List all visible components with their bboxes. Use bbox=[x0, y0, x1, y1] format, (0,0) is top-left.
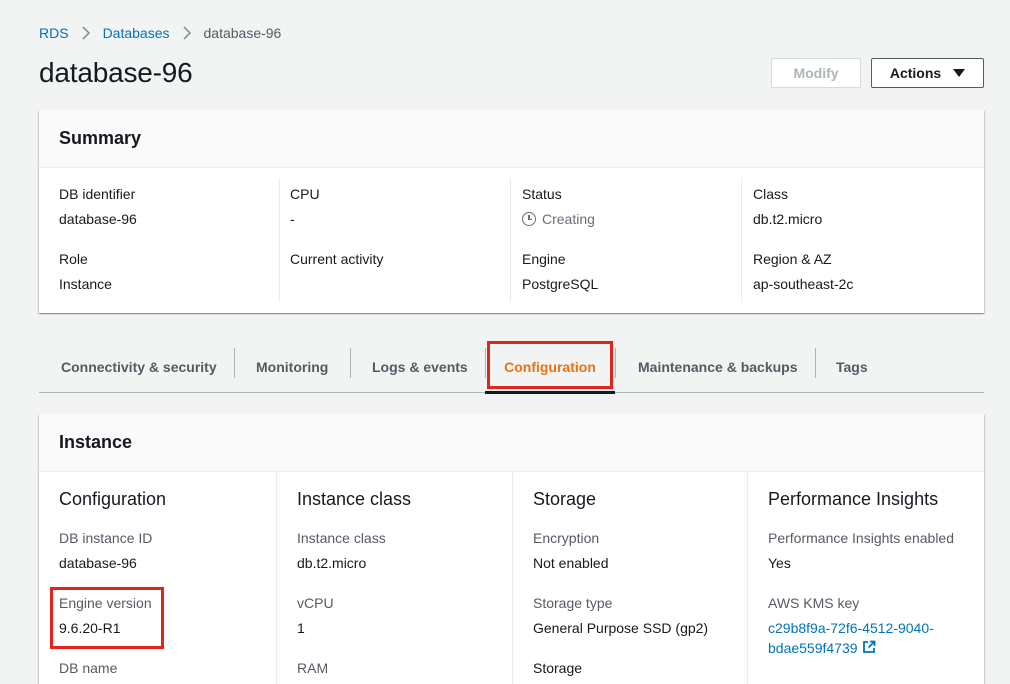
breadcrumb-databases-link[interactable]: Databases bbox=[103, 25, 170, 41]
summary-header: Summary bbox=[39, 110, 984, 168]
aws-kms-key-label: AWS KMS key bbox=[768, 595, 860, 611]
storage-column: Storage Encryption Not enabled Storage t… bbox=[512, 472, 747, 684]
engine-label: Engine bbox=[522, 251, 566, 267]
instance-class-title: Instance class bbox=[297, 489, 412, 509]
tab-maintenance-backups[interactable]: Maintenance & backups bbox=[638, 340, 798, 393]
aws-kms-key-link[interactable]: c29b8f9a-72f6-4512-9040- bdae559f4739 bbox=[768, 618, 958, 659]
tab-monitoring[interactable]: Monitoring bbox=[256, 340, 328, 393]
chevron-right-icon bbox=[69, 24, 103, 42]
instance-class-column: Instance class Instance class db.t2.micr… bbox=[276, 472, 512, 684]
region-az-label: Region & AZ bbox=[753, 251, 832, 267]
summary-grid: DB identifier database-96 Role Instance … bbox=[39, 168, 984, 313]
status-label: Status bbox=[522, 186, 562, 202]
chevron-right-icon bbox=[170, 24, 204, 42]
breadcrumb: RDS Databases database-96 bbox=[39, 24, 281, 42]
page-title: database-96 bbox=[39, 57, 193, 88]
status-badge: Creating bbox=[522, 210, 595, 228]
performance-insights-enabled-value: Yes bbox=[768, 555, 791, 571]
modify-button-label: Modify bbox=[793, 65, 839, 81]
breadcrumb-current: database-96 bbox=[203, 25, 282, 41]
vcpu-value: 1 bbox=[297, 620, 305, 636]
performance-insights-title: Performance Insights bbox=[768, 489, 939, 509]
caret-down-icon bbox=[953, 69, 966, 77]
modify-button[interactable]: Modify bbox=[771, 58, 861, 88]
cpu-label: CPU bbox=[290, 186, 320, 202]
tab-divider bbox=[615, 348, 616, 378]
db-identifier-value: database-96 bbox=[59, 211, 137, 227]
configuration-tab-highlight bbox=[487, 341, 613, 389]
status-value: Creating bbox=[542, 211, 595, 227]
role-value: Instance bbox=[59, 276, 112, 292]
class-value: db.t2.micro bbox=[753, 211, 823, 227]
engine-version-highlight bbox=[50, 587, 164, 649]
performance-insights-column: Performance Insights Performance Insight… bbox=[747, 472, 984, 684]
breadcrumb-rds-link[interactable]: RDS bbox=[39, 25, 69, 41]
ram-label: RAM bbox=[297, 660, 329, 676]
current-activity-label: Current activity bbox=[290, 251, 384, 267]
db-identifier-label: DB identifier bbox=[59, 186, 136, 202]
tab-divider bbox=[350, 348, 351, 378]
tab-divider bbox=[815, 348, 816, 378]
db-instance-id-value: database-96 bbox=[59, 555, 137, 571]
actions-button-label: Actions bbox=[889, 65, 942, 81]
performance-insights-enabled-label: Performance Insights enabled bbox=[768, 530, 954, 546]
storage-type-label: Storage type bbox=[533, 595, 613, 611]
tab-logs-events[interactable]: Logs & events bbox=[372, 340, 468, 393]
encryption-label: Encryption bbox=[533, 530, 600, 546]
clock-icon bbox=[522, 212, 536, 226]
summary-panel: Summary DB identifier database-96 Role I… bbox=[39, 110, 984, 313]
encryption-value: Not enabled bbox=[533, 555, 609, 571]
db-name-label: DB name bbox=[59, 660, 118, 676]
configuration-title: Configuration bbox=[59, 489, 167, 509]
instance-header: Instance bbox=[39, 414, 984, 472]
external-link-icon bbox=[862, 639, 876, 659]
tab-divider bbox=[234, 348, 235, 378]
actions-button[interactable]: Actions bbox=[871, 58, 984, 88]
configuration-column: Configuration DB instance ID database-96… bbox=[39, 472, 276, 684]
db-instance-id-label: DB instance ID bbox=[59, 530, 153, 546]
storage-label: Storage bbox=[533, 660, 583, 676]
storage-title: Storage bbox=[533, 489, 597, 509]
cpu-value: - bbox=[290, 211, 295, 227]
summary-column-2: CPU - Current activity bbox=[279, 178, 510, 302]
summary-column-3: Status Creating Engine PostgreSQL bbox=[510, 178, 741, 302]
vcpu-label: vCPU bbox=[297, 595, 334, 611]
instance-class-label: Instance class bbox=[297, 530, 386, 546]
summary-column-4: Class db.t2.micro Region & AZ ap-southea… bbox=[741, 178, 984, 302]
summary-column-1: DB identifier database-96 Role Instance bbox=[39, 178, 279, 302]
tab-connectivity-security[interactable]: Connectivity & security bbox=[61, 340, 217, 393]
storage-type-value: General Purpose SSD (gp2) bbox=[533, 620, 709, 636]
role-label: Role bbox=[59, 251, 88, 267]
region-az-value: ap-southeast-2c bbox=[753, 276, 854, 292]
engine-value: PostgreSQL bbox=[522, 276, 599, 292]
instance-panel: Instance Configuration DB instance ID da… bbox=[39, 414, 984, 684]
class-label: Class bbox=[753, 186, 789, 202]
tab-tags[interactable]: Tags bbox=[836, 340, 868, 393]
instance-class-value: db.t2.micro bbox=[297, 555, 367, 571]
